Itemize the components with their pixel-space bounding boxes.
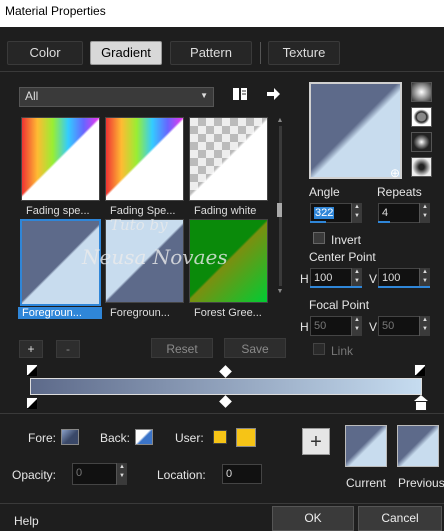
gradient-thumbnail[interactable]	[105, 117, 184, 201]
center-h-slider[interactable]	[310, 286, 362, 288]
center-v-slider[interactable]	[378, 286, 430, 288]
repeats-value: 4	[382, 207, 389, 219]
gradient-filter-dropdown[interactable]: All ▼	[19, 87, 214, 107]
color-stop-icon[interactable]	[26, 397, 38, 409]
watermark-line1: Tuto by	[110, 216, 168, 234]
center-h-value: 100	[314, 272, 333, 284]
gradient-label: Foregroun...	[110, 307, 170, 319]
focal-h-label: H	[300, 320, 309, 334]
remove-stop-button[interactable]: -	[56, 340, 80, 358]
current-label: Current	[346, 476, 387, 490]
color-stop-icon[interactable]	[415, 401, 427, 411]
gradient-thumbnail[interactable]	[21, 117, 100, 201]
midpoint-diamond-icon[interactable]	[219, 395, 232, 408]
repeats-slider[interactable]	[378, 221, 390, 223]
angle-label: Angle	[309, 185, 340, 199]
center-h-spinner-icon[interactable]: ▲ ▼	[351, 268, 362, 288]
radial-style-icon[interactable]	[411, 157, 432, 177]
location-input[interactable]: 0	[222, 464, 262, 484]
stop-marker-icon[interactable]	[26, 364, 38, 376]
gradient-label: Forest Gree...	[194, 307, 262, 319]
scroll-down-icon[interactable]: ▼	[276, 288, 284, 295]
gradient-thumbnail[interactable]	[189, 117, 268, 201]
previous-label: Previous	[398, 476, 444, 490]
angle-slider[interactable]	[310, 221, 326, 223]
location-value: 0	[226, 468, 233, 480]
tab-separator	[260, 42, 261, 64]
save-button[interactable]: Save	[224, 338, 286, 358]
help-link[interactable]: Help	[14, 514, 39, 528]
tab-color[interactable]: Color	[7, 41, 83, 65]
gallery-scrollbar[interactable]: ▲ ▼	[276, 117, 284, 317]
center-v-value: 100	[382, 272, 401, 284]
tab-pattern[interactable]: Pattern	[170, 41, 252, 65]
stop-marker-icon[interactable]	[414, 364, 426, 376]
user-label: User:	[175, 431, 204, 445]
user-swatch-small[interactable]	[213, 430, 227, 444]
repeats-label: Repeats	[377, 185, 422, 199]
tab-gradient[interactable]: Gradient	[90, 41, 162, 65]
previous-swatch[interactable]	[397, 425, 439, 467]
gradient-label: Fading spe...	[26, 205, 90, 217]
sunburst-style-icon[interactable]	[411, 132, 432, 152]
current-swatch[interactable]	[345, 425, 387, 467]
focal-h-spinner-icon[interactable]: ▲ ▼	[351, 316, 362, 336]
fore-swatch[interactable]	[61, 429, 79, 445]
back-swatch[interactable]	[135, 429, 153, 445]
divider	[0, 71, 444, 72]
user-swatch[interactable]	[236, 428, 256, 447]
gradient-label: Fading white	[194, 205, 257, 217]
opacity-label: Opacity:	[12, 468, 57, 482]
tab-texture[interactable]: Texture	[268, 41, 340, 65]
divider	[0, 503, 444, 504]
gradient-bar[interactable]	[30, 378, 422, 395]
linear-style-icon[interactable]	[411, 82, 432, 102]
angle-value: 322	[314, 207, 335, 219]
scroll-up-icon[interactable]: ▲	[276, 117, 284, 124]
scroll-thumb[interactable]	[277, 203, 282, 217]
focal-v-value: 50	[382, 320, 395, 332]
invert-label: Invert	[331, 233, 362, 247]
gradient-filter-value: All	[25, 89, 39, 103]
link-label: Link	[331, 344, 354, 358]
add-stop-button[interactable]: +	[19, 340, 43, 358]
center-v-spinner-icon[interactable]: ▲ ▼	[419, 268, 430, 288]
add-swatch-button[interactable]: +	[302, 428, 330, 455]
focal-point-label: Focal Point	[309, 298, 370, 312]
opacity-value: 0	[76, 467, 83, 479]
repeats-spinner-icon[interactable]: ▲ ▼	[419, 203, 430, 223]
window-title: Material Properties	[0, 0, 444, 27]
focal-v-label: V	[369, 320, 378, 334]
focal-h-value: 50	[314, 320, 327, 332]
focal-v-spinner-icon[interactable]: ▲ ▼	[419, 316, 430, 336]
center-point-icon[interactable]: ⊕	[390, 166, 400, 180]
chevron-down-icon: ▼	[200, 91, 208, 100]
fore-label: Fore:	[28, 431, 57, 445]
gradient-preview[interactable]	[309, 82, 402, 179]
center-v-label: V	[369, 272, 378, 286]
arrow-right-icon[interactable]	[264, 85, 282, 103]
link-checkbox[interactable]	[313, 343, 325, 355]
cancel-button[interactable]: Cancel	[358, 506, 442, 531]
divider	[0, 413, 444, 414]
watermark-line2: Neusa Novaes	[82, 245, 228, 269]
angle-spinner-icon[interactable]: ▲ ▼	[351, 203, 362, 223]
center-h-label: H	[300, 272, 309, 286]
gradient-label-selected: Foregroun...	[18, 307, 102, 319]
back-label: Back:	[100, 431, 131, 445]
ok-button[interactable]: OK	[272, 506, 354, 531]
invert-checkbox[interactable]	[313, 232, 325, 244]
reset-button[interactable]: Reset	[151, 338, 213, 358]
location-label: Location:	[157, 468, 206, 482]
library-icon[interactable]	[231, 85, 249, 103]
opacity-spinner-icon[interactable]: ▲ ▼	[116, 463, 127, 485]
midpoint-diamond-icon[interactable]	[219, 365, 232, 378]
center-point-label: Center Point	[309, 250, 376, 264]
rectangular-style-icon[interactable]	[411, 107, 432, 127]
